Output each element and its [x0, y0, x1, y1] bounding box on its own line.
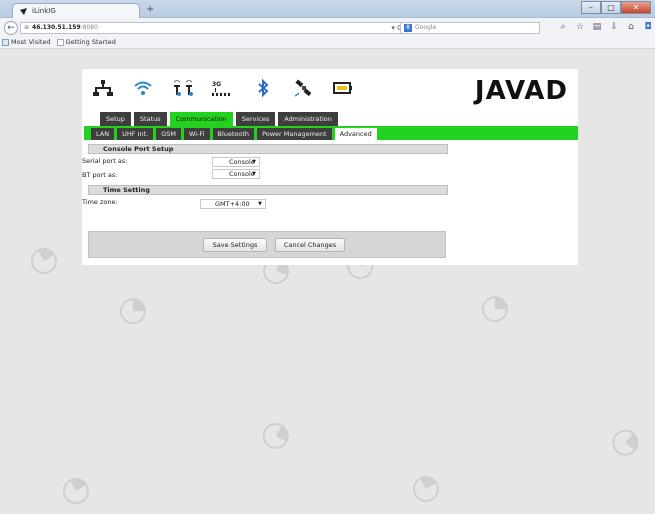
tab-communication[interactable]: Communication: [169, 112, 233, 126]
subtab-uhf[interactable]: UHF Int.: [117, 128, 154, 140]
tab-services[interactable]: Services: [235, 112, 276, 126]
title-bar: iLinkIG + – □ ✕: [0, 0, 655, 18]
chevron-down-icon: ▼: [258, 201, 262, 207]
tab-administration[interactable]: Administration: [278, 112, 338, 126]
tab-title: iLinkIG: [32, 7, 56, 15]
subtab-advanced[interactable]: Advanced: [334, 128, 377, 140]
time-zone-row: Time zone: GMT+4:00 ▼: [82, 195, 448, 209]
bookmark-folder-icon: [2, 38, 9, 46]
bt-port-value: Console: [229, 170, 255, 178]
watermark-icon: ◔: [51, 464, 98, 514]
minimize-button[interactable]: –: [581, 1, 601, 14]
bluetooth-icon[interactable]: [252, 77, 274, 99]
settings-form: Console Port Setup Serial port as: Conso…: [82, 144, 448, 209]
time-section-title: Time Setting: [88, 185, 448, 195]
subtab-power-management[interactable]: Power Management: [257, 128, 332, 140]
cellular-3g-icon[interactable]: 3G: [212, 77, 234, 99]
bt-port-label: BT port as:: [82, 171, 118, 179]
subtab-lan[interactable]: LAN: [91, 128, 115, 140]
watermark-icon: ◔: [19, 234, 66, 284]
satellite-icon[interactable]: [292, 77, 314, 99]
battery-icon[interactable]: [332, 77, 354, 99]
url-port: :8080: [80, 24, 98, 31]
subtab-bluetooth[interactable]: Bluetooth: [212, 128, 255, 140]
chevron-down-icon: ▼: [252, 159, 256, 165]
google-logo-icon: 8: [404, 24, 412, 32]
cell-label: 3G: [212, 80, 222, 88]
serial-port-value: Console: [229, 158, 255, 166]
back-arrow-icon[interactable]: ←: [4, 21, 18, 35]
watermark-icon: ◔: [118, 289, 148, 329]
star-icon[interactable]: ☆: [575, 22, 585, 32]
radio-antenna-icon[interactable]: [172, 77, 194, 99]
home-icon[interactable]: ⌂: [626, 22, 636, 32]
magnifier-icon[interactable]: ⌕: [558, 22, 568, 32]
url-host: 46.130.51.159: [32, 24, 81, 31]
download-icon[interactable]: ⇩: [609, 22, 619, 32]
console-section-title: Console Port Setup: [88, 144, 448, 154]
navigation-bar: ← ⊕ 46.130.51.159:8080 ▾ C 8 Google ⌕ ☆ …: [0, 18, 655, 49]
window-controls: – □ ✕: [581, 1, 651, 14]
pocket-icon[interactable]: ◘: [643, 22, 653, 32]
close-button[interactable]: ✕: [621, 1, 651, 14]
search-placeholder: Google: [415, 24, 437, 31]
sub-tabs: LAN UHF Int. GSM Wi-Fi Bluetooth Power M…: [84, 126, 578, 140]
network-icon[interactable]: [92, 77, 114, 99]
clipboard-icon[interactable]: ▤: [592, 22, 602, 32]
tab-setup[interactable]: Setup: [100, 112, 131, 126]
time-zone-select[interactable]: GMT+4:00 ▼: [200, 199, 266, 209]
site-favicon-icon: [19, 7, 28, 16]
bt-port-row: BT port as: Console ▼: [82, 168, 448, 182]
watermark-icon: ◔: [602, 416, 652, 466]
save-settings-button[interactable]: Save Settings: [203, 238, 267, 252]
watermark-icon: ◔: [253, 409, 300, 459]
address-bar[interactable]: ⊕ 46.130.51.159:8080 ▾ C: [20, 22, 407, 34]
globe-icon: ⊕: [24, 24, 30, 31]
search-box[interactable]: 8 Google: [400, 22, 540, 34]
bookmark-most-visited[interactable]: Most Visited: [2, 38, 51, 46]
tab-status[interactable]: Status: [133, 112, 167, 126]
serial-port-label: Serial port as:: [82, 157, 128, 165]
time-zone-value: GMT+4:00: [215, 200, 250, 208]
bt-port-select[interactable]: Console ▼: [212, 169, 260, 179]
main-panel: 3G JAVAD Setup Status Communication Serv…: [82, 69, 578, 265]
subtab-wifi[interactable]: Wi-Fi: [183, 128, 210, 140]
watermark-icon: ◔: [480, 287, 510, 327]
maximize-button[interactable]: □: [601, 1, 621, 14]
wifi-icon[interactable]: [132, 77, 154, 99]
main-tabs: Setup Status Communication Services Admi…: [100, 112, 338, 126]
serial-port-select[interactable]: Console ▼: [212, 157, 260, 167]
new-tab-button[interactable]: +: [146, 4, 154, 15]
page-background: ◔ ◔ ◔ ◔ ◔ ◔ ◔ ◔ ◔ 3G: [0, 49, 655, 514]
bookmark-getting-started[interactable]: Getting Started: [56, 38, 116, 46]
cancel-changes-button[interactable]: Cancel Changes: [275, 238, 345, 252]
subtab-gsm[interactable]: GSM: [156, 128, 181, 140]
toolbar-icons: ⌕ ☆ ▤ ⇩ ⌂ ◘ ≡: [558, 22, 655, 32]
serial-port-row: Serial port as: Console ▼: [82, 154, 448, 168]
browser-tab[interactable]: iLinkIG: [12, 3, 140, 18]
bookmark-page-icon: [56, 38, 64, 46]
javad-logo: JAVAD: [474, 76, 568, 106]
bookmarks-bar: Most Visited Getting Started: [2, 38, 116, 46]
form-actions: Save Settings Cancel Changes: [88, 231, 446, 258]
time-zone-label: Time zone:: [82, 198, 118, 206]
chevron-down-icon: ▼: [252, 171, 256, 177]
watermark-icon: ◔: [401, 462, 448, 512]
